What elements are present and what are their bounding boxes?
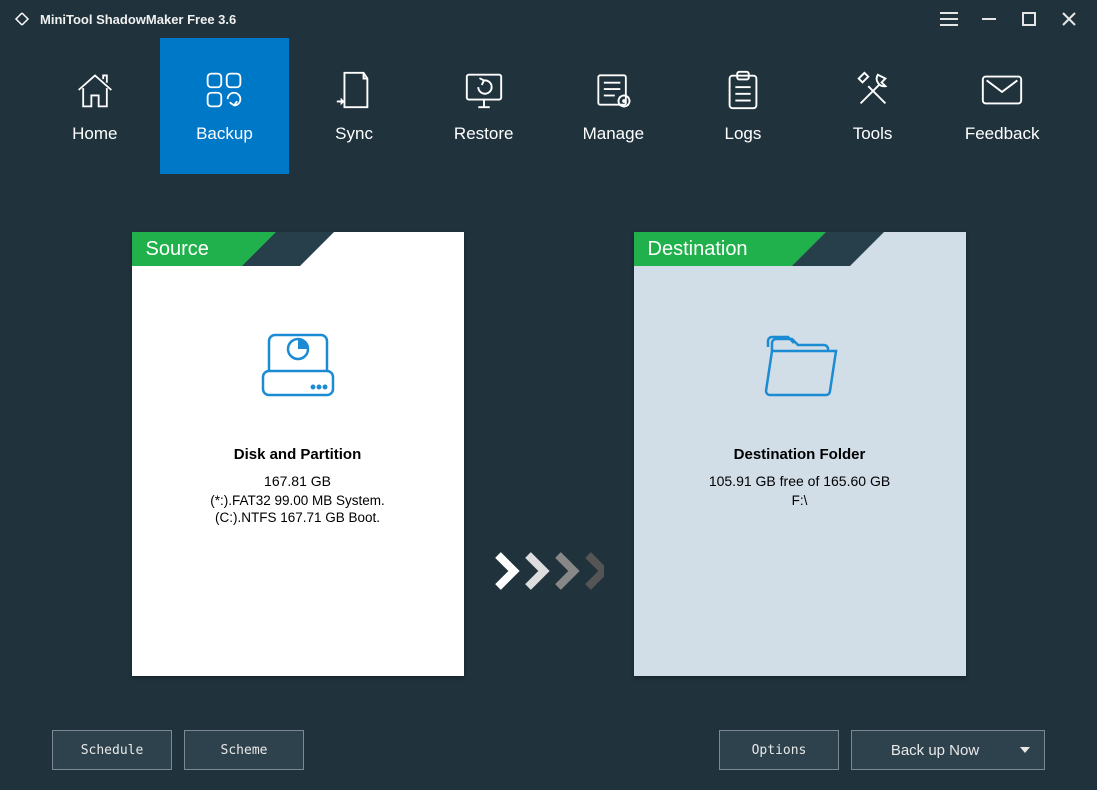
nav-home[interactable]: Home (30, 38, 160, 174)
source-tab-label: Source (132, 232, 242, 266)
app-logo-icon (12, 9, 32, 29)
destination-tab-header: Destination (634, 232, 966, 266)
feedback-icon (979, 68, 1025, 112)
nav-label: Backup (196, 124, 253, 144)
disk-icon (255, 324, 341, 406)
maximize-button[interactable] (1009, 3, 1049, 35)
destination-panel[interactable]: Destination Destination Folder 105.91 GB… (634, 232, 966, 676)
nav-backup[interactable]: Backup (160, 38, 290, 174)
destination-free: 105.91 GB free of 165.60 GB (709, 473, 890, 489)
destination-panel-body[interactable]: Destination Folder 105.91 GB free of 165… (634, 266, 966, 676)
backup-content: Source Disk and Partition 167.81 GB (*:)… (0, 174, 1097, 710)
source-tab-header: Source (132, 232, 464, 266)
nav-label: Restore (454, 124, 514, 144)
nav-label: Sync (335, 124, 373, 144)
destination-tab-label: Destination (634, 232, 792, 266)
nav-label: Tools (853, 124, 893, 144)
destination-title: Destination Folder (734, 446, 866, 463)
source-detail-1: (*:).FAT32 99.00 MB System. (210, 493, 385, 508)
main-nav: Home Backup Sync (0, 38, 1097, 174)
home-icon (73, 68, 117, 112)
nav-label: Manage (583, 124, 644, 144)
source-panel[interactable]: Source Disk and Partition 167.81 GB (*:)… (132, 232, 464, 676)
nav-label: Feedback (965, 124, 1040, 144)
sync-icon (334, 68, 374, 112)
logs-icon (723, 68, 763, 112)
nav-label: Logs (725, 124, 762, 144)
dropdown-caret-icon (1020, 747, 1030, 753)
close-button[interactable] (1049, 3, 1089, 35)
nav-label: Home (72, 124, 117, 144)
manage-icon (591, 68, 635, 112)
nav-tools[interactable]: Tools (808, 38, 938, 174)
backup-now-button[interactable]: Back up Now (851, 730, 1045, 770)
titlebar: MiniTool ShadowMaker Free 3.6 (0, 0, 1097, 38)
minimize-button[interactable] (969, 3, 1009, 35)
app-title: MiniTool ShadowMaker Free 3.6 (40, 12, 236, 27)
nav-logs[interactable]: Logs (678, 38, 808, 174)
folder-icon (758, 324, 842, 406)
source-title: Disk and Partition (234, 446, 362, 463)
nav-sync[interactable]: Sync (289, 38, 419, 174)
bottom-bar: Schedule Scheme Options Back up Now (0, 710, 1097, 790)
nav-restore[interactable]: Restore (419, 38, 549, 174)
source-panel-body[interactable]: Disk and Partition 167.81 GB (*:).FAT32 … (132, 266, 464, 676)
backup-now-label: Back up Now (891, 742, 979, 759)
arrow-icon (494, 551, 604, 591)
nav-manage[interactable]: Manage (549, 38, 679, 174)
restore-icon (461, 68, 507, 112)
schedule-button[interactable]: Schedule (52, 730, 172, 770)
menu-icon[interactable] (929, 3, 969, 35)
tools-icon (851, 68, 895, 112)
options-button[interactable]: Options (719, 730, 839, 770)
source-detail-2: (C:).NTFS 167.71 GB Boot. (215, 510, 380, 525)
source-size: 167.81 GB (264, 473, 331, 489)
nav-feedback[interactable]: Feedback (937, 38, 1067, 174)
backup-icon (202, 68, 246, 112)
destination-path: F:\ (792, 493, 808, 508)
scheme-button[interactable]: Scheme (184, 730, 304, 770)
